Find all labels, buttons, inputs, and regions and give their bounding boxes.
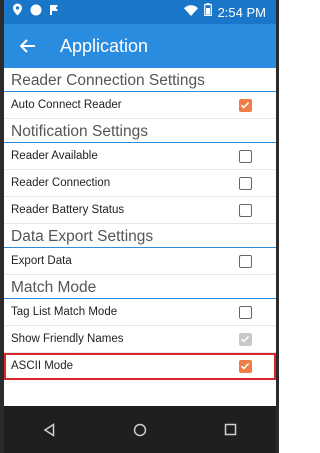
setting-label: Show Friendly Names: [11, 333, 124, 345]
checkmark-icon: [240, 362, 250, 370]
nav-home-button[interactable]: [120, 410, 160, 450]
triangle-back-icon: [43, 422, 55, 437]
setting-label: Export Data: [11, 255, 72, 267]
section-header: Notification Settings: [4, 119, 276, 143]
reader-battery-status-checkbox[interactable]: [239, 203, 252, 217]
setting-tag-list-match-mode[interactable]: Tag List Match Mode: [4, 299, 276, 326]
back-arrow-icon: [20, 39, 35, 53]
setting-auto-connect-reader[interactable]: Auto Connect Reader: [4, 92, 276, 119]
app-bar: Application: [4, 24, 276, 68]
section-header: Reader Connection Settings: [4, 68, 276, 92]
status-time: 2:54 PM: [217, 4, 266, 20]
setting-reader-available[interactable]: Reader Available: [4, 143, 276, 170]
setting-reader-connection[interactable]: Reader Connection: [4, 170, 276, 197]
checkmark-icon: [240, 101, 250, 109]
nav-recents-button[interactable]: [211, 410, 251, 450]
flag-status-icon: [49, 3, 62, 21]
tag-list-match-mode-checkbox[interactable]: [239, 305, 252, 319]
setting-ascii-mode[interactable]: ASCII Mode: [4, 353, 276, 380]
circle-home-icon: [133, 423, 147, 436]
nav-back-button[interactable]: [29, 410, 69, 450]
wifi-icon: [183, 3, 198, 21]
section-match-mode: Match Mode Tag List Match Mode Show Frie…: [4, 275, 276, 380]
back-button[interactable]: [4, 24, 52, 68]
battery-icon: [203, 3, 212, 21]
auto-connect-reader-checkbox[interactable]: [239, 98, 252, 112]
setting-show-friendly-names[interactable]: Show Friendly Names: [4, 326, 276, 353]
location-pin-icon: [12, 3, 23, 21]
page-title: Application: [60, 35, 149, 56]
setting-label: Tag List Match Mode: [11, 306, 118, 318]
square-recents-icon: [224, 423, 237, 436]
section-notification: Notification Settings Reader Available R…: [4, 119, 276, 224]
setting-label: Reader Battery Status: [11, 204, 125, 216]
setting-label: Auto Connect Reader: [11, 99, 122, 111]
reader-available-checkbox[interactable]: [239, 149, 252, 163]
checkmark-icon: [240, 335, 250, 343]
setting-label: ASCII Mode: [11, 360, 73, 372]
setting-label: Reader Connection: [11, 177, 111, 189]
setting-reader-battery-status[interactable]: Reader Battery Status: [4, 197, 276, 224]
export-data-checkbox[interactable]: [239, 254, 252, 268]
settings-list: Reader Connection Settings Auto Connect …: [4, 68, 276, 406]
setting-label: Reader Available: [11, 150, 98, 162]
ascii-mode-checkbox[interactable]: [239, 359, 252, 373]
device-bezel-right: [276, 0, 279, 453]
circle-status-icon: [30, 3, 42, 21]
reader-connection-checkbox[interactable]: [239, 176, 252, 190]
section-data-export: Data Export Settings Export Data: [4, 224, 276, 275]
show-friendly-names-checkbox[interactable]: [239, 332, 252, 346]
setting-export-data[interactable]: Export Data: [4, 248, 276, 275]
section-header: Match Mode: [4, 275, 276, 299]
navigation-bar: [4, 406, 276, 453]
section-reader-connection: Reader Connection Settings Auto Connect …: [4, 68, 276, 119]
status-bar: 2:54 PM: [4, 0, 276, 24]
section-header: Data Export Settings: [4, 224, 276, 248]
